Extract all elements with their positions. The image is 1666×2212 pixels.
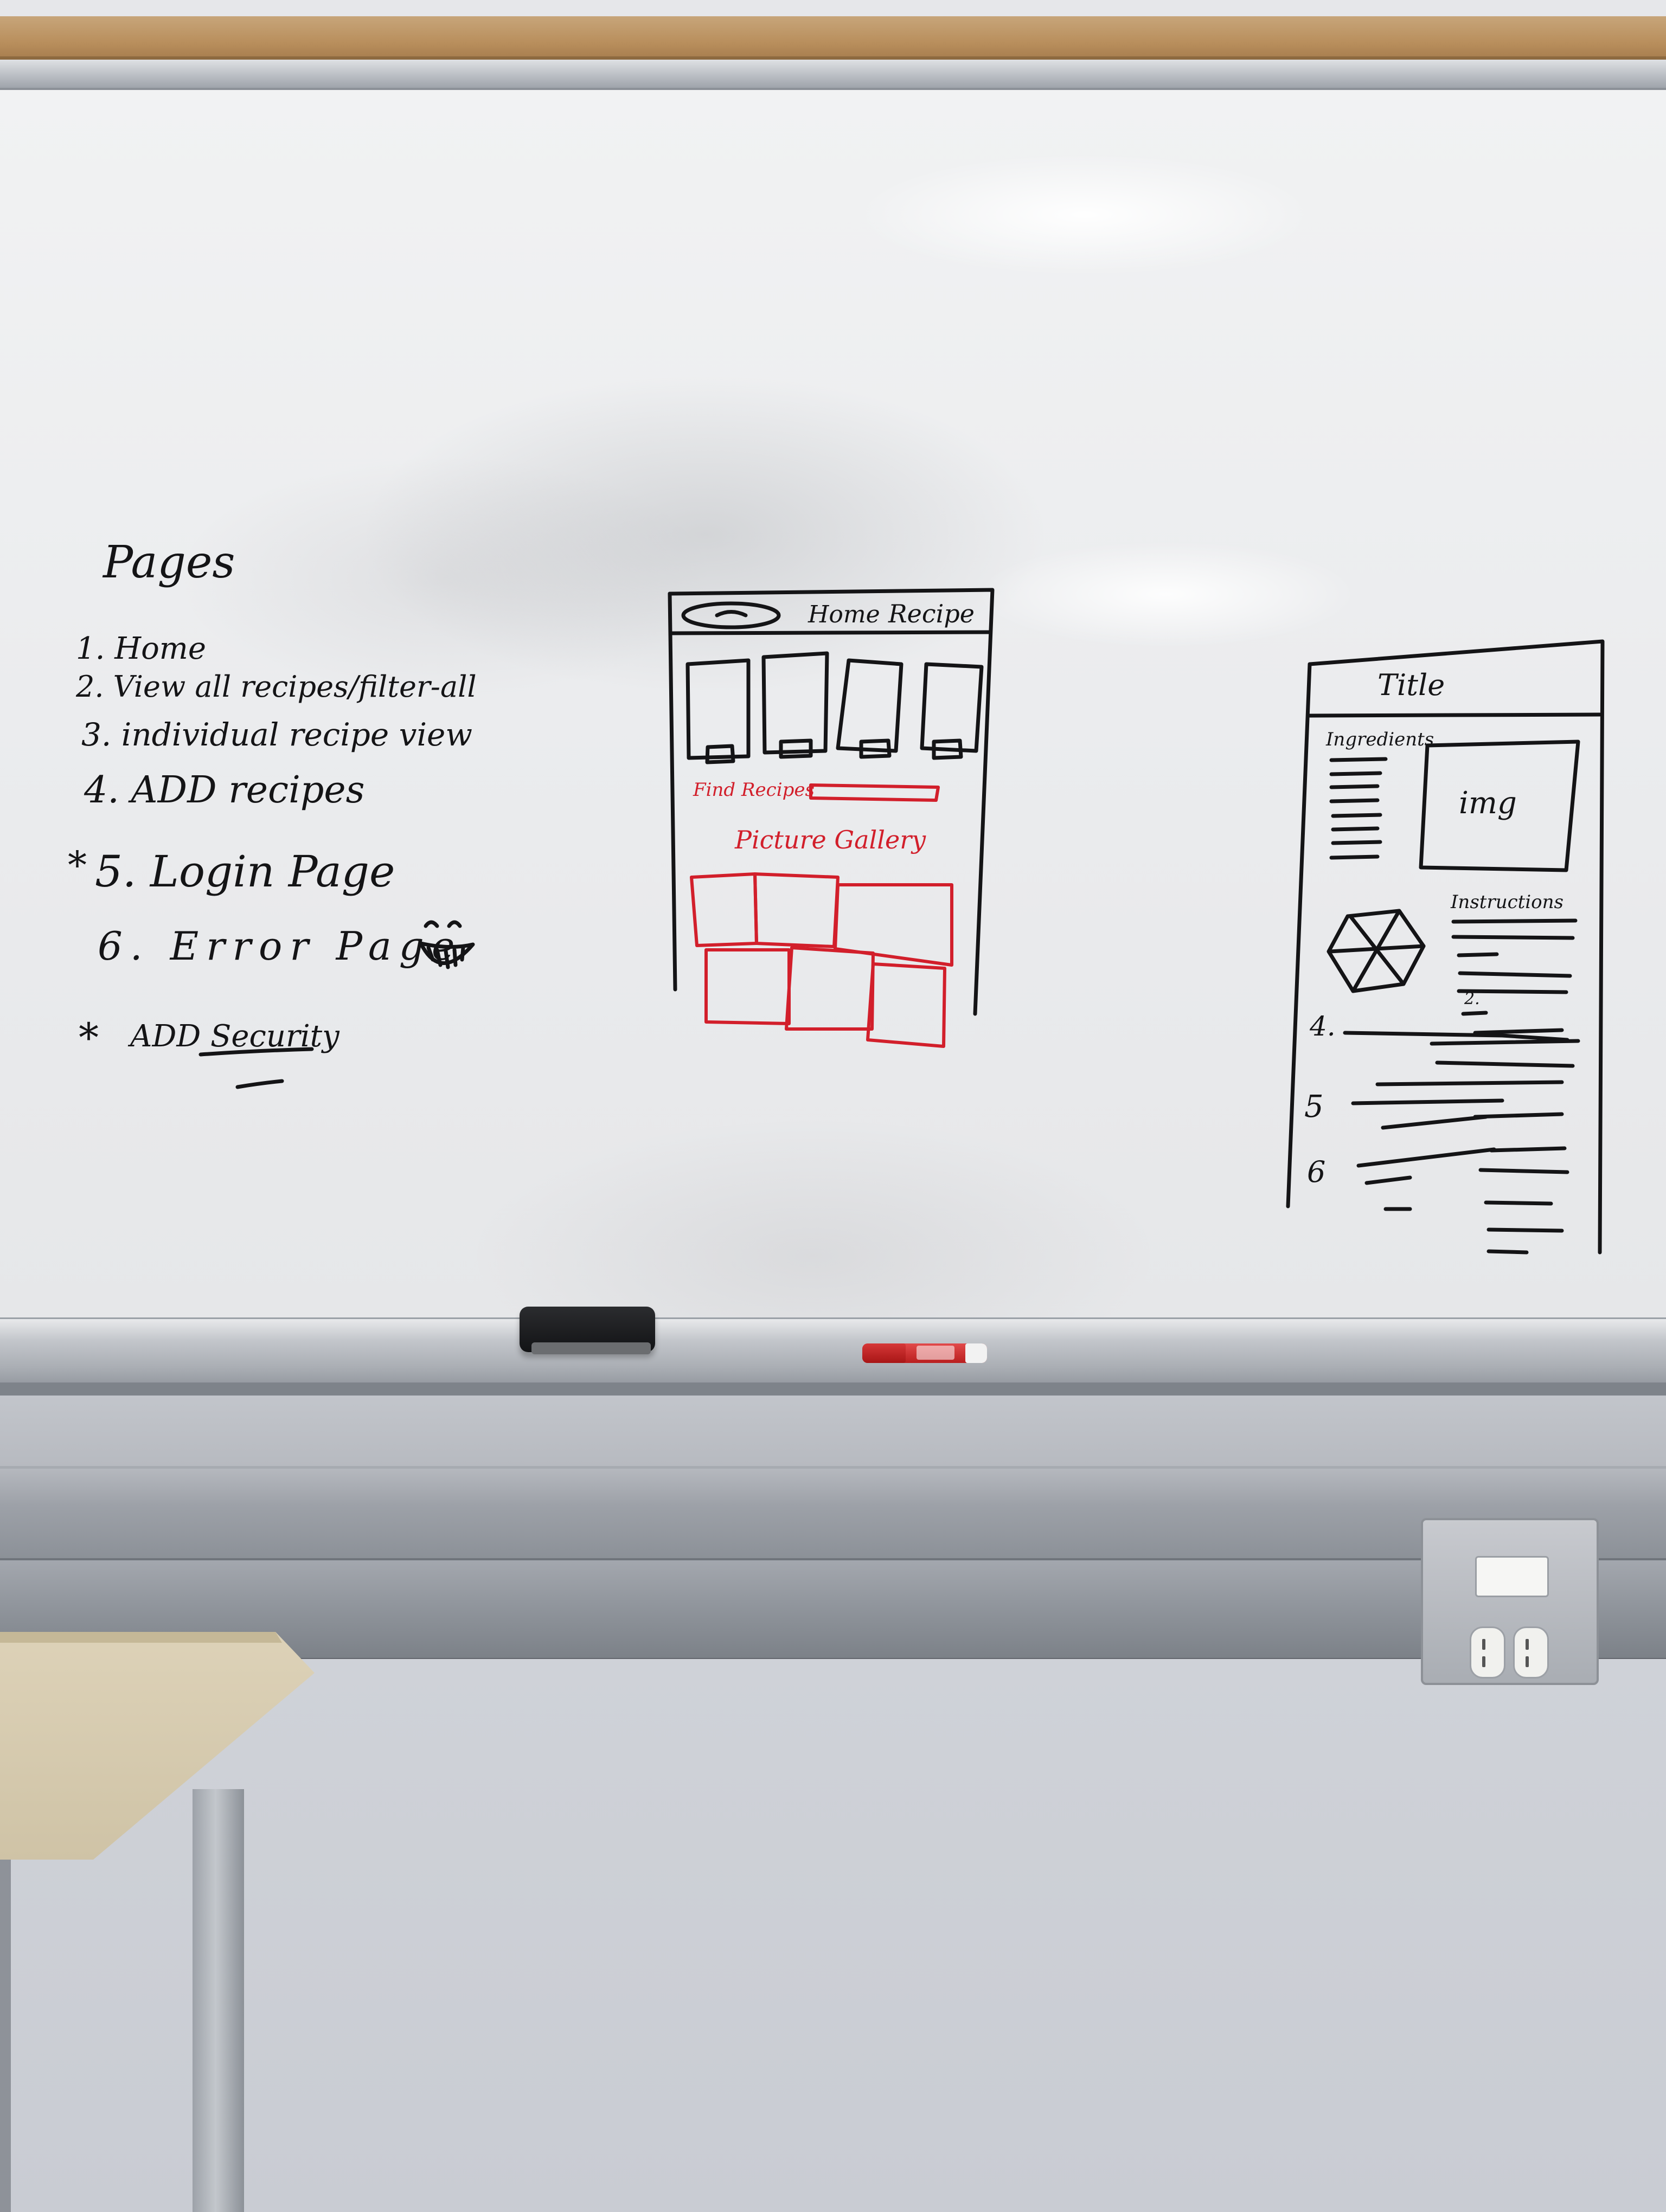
find-recipes-search-bar bbox=[809, 783, 940, 802]
step-number-6: 6 bbox=[1307, 1155, 1325, 1189]
step-number-2: 2. bbox=[1464, 989, 1480, 1008]
nav-recipe-label: Recipe bbox=[888, 599, 975, 628]
recipe-title-divider bbox=[1308, 712, 1602, 718]
carousel-card bbox=[685, 658, 751, 760]
pages-item-3: 3. individual recipe view bbox=[81, 716, 472, 753]
step-number-4: 4. bbox=[1309, 1011, 1336, 1042]
carousel-cards bbox=[685, 651, 984, 764]
recipe-frame-left bbox=[1286, 662, 1312, 1208]
security-underline-2 bbox=[235, 1079, 284, 1089]
carousel-card-tag bbox=[705, 744, 735, 764]
pages-item-6: 6. Error Page bbox=[98, 923, 462, 969]
gallery-title: Picture Gallery bbox=[734, 825, 926, 854]
instructions-lines bbox=[1343, 918, 1580, 1255]
carousel-card bbox=[836, 658, 904, 753]
carousel-card-tag bbox=[779, 738, 813, 759]
ingredients-label: Ingredients bbox=[1325, 729, 1434, 750]
gallery-tile bbox=[785, 946, 875, 1031]
find-recipes-label: Find Recipes bbox=[693, 779, 815, 801]
picture-gallery-grid bbox=[690, 872, 953, 1048]
pages-item-1: 1. Home bbox=[76, 631, 206, 666]
logo-squiggle bbox=[715, 610, 748, 618]
star-marker-login: * bbox=[68, 843, 87, 888]
pages-heading: Pages bbox=[102, 537, 235, 588]
ingredients-lines bbox=[1329, 757, 1388, 860]
pages-item-4: 4. ADD recipes bbox=[84, 769, 365, 812]
recipe-image-label: img bbox=[1459, 786, 1517, 821]
gallery-tile bbox=[866, 962, 946, 1048]
carousel-card bbox=[920, 662, 984, 753]
gallery-tile bbox=[753, 872, 840, 948]
whiteboard-ink: Pages 1. Home 2. View all recipes/filter… bbox=[68, 537, 1605, 1255]
gallery-tile bbox=[704, 948, 791, 1025]
pages-item-5: 5. Login Page bbox=[95, 846, 395, 897]
whiteboard-photo: Pages 1. Home 2. View all recipes/filter… bbox=[0, 0, 1666, 2212]
home-wireframe: Home Recipe Find Recipes Picture Gallery bbox=[668, 588, 995, 1048]
nav-home-label: Home bbox=[808, 601, 880, 628]
star-marker-security: * bbox=[79, 1015, 99, 1062]
recipe-wireframe: Title Ingredients img Instructions 2. 4.… bbox=[1286, 639, 1605, 1255]
step-number-5: 5 bbox=[1304, 1089, 1324, 1124]
home-frame-left bbox=[668, 591, 677, 992]
instructions-label: Instructions bbox=[1450, 891, 1564, 913]
home-nav-divider bbox=[670, 630, 991, 635]
recipe-title: Title bbox=[1377, 668, 1445, 702]
logo-pill-icon bbox=[681, 601, 781, 629]
carousel-card bbox=[761, 651, 829, 755]
pages-item-2: 2. View all recipes/filter-all bbox=[75, 670, 477, 704]
gallery-tile bbox=[690, 872, 758, 947]
pages-list: Pages 1. Home 2. View all recipes/filter… bbox=[68, 537, 477, 1089]
pie-chart-sketch-icon bbox=[1327, 909, 1426, 993]
